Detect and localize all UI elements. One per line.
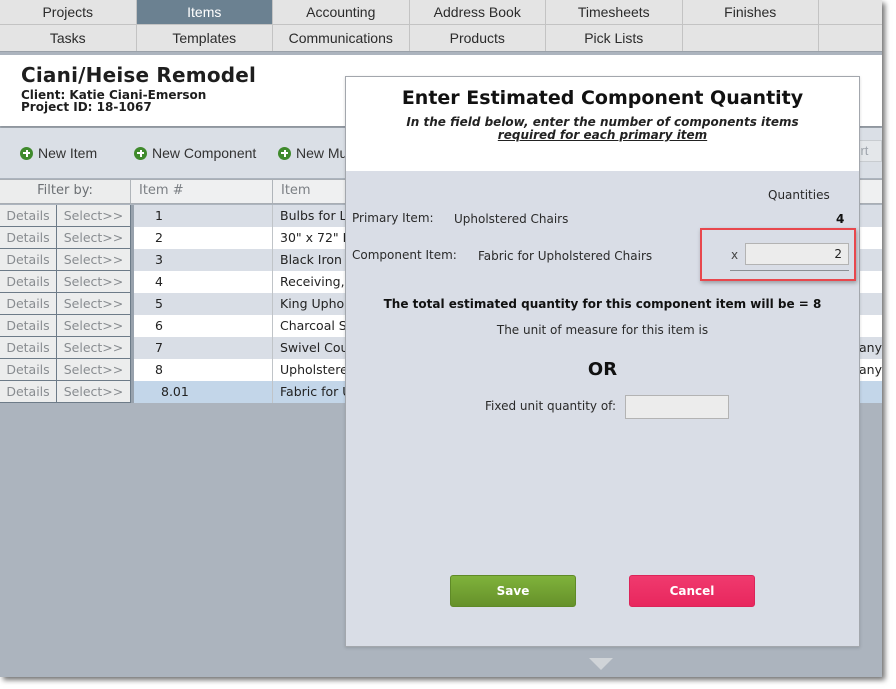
total-quantity-text: The total estimated quantity for this co…	[383, 297, 822, 311]
save-button[interactable]: Save	[450, 575, 576, 607]
tab-accounting[interactable]: Accounting	[273, 0, 410, 24]
plus-circle-icon	[278, 146, 291, 160]
project-title: Ciani/Heise Remodel	[21, 63, 257, 87]
tab-timesheets[interactable]: Timesheets	[546, 0, 683, 24]
instruction-line: In the field below, enter the number of …	[406, 115, 799, 129]
select-button[interactable]: Select>>	[57, 249, 131, 271]
quantity-underline	[730, 270, 849, 271]
plus-circle-icon	[134, 146, 147, 160]
item-number-header[interactable]: Item #	[131, 180, 273, 203]
scroll-down-arrow-icon[interactable]	[589, 658, 613, 670]
plus-circle-icon	[20, 146, 33, 160]
app-window: Projects Items Accounting Address Book T…	[0, 0, 882, 677]
details-button[interactable]: Details	[0, 249, 57, 271]
component-item-label: Component Item:	[352, 248, 457, 262]
tab-products[interactable]: Products	[410, 25, 546, 51]
or-divider: OR	[587, 359, 618, 380]
new-item-label: New Item	[38, 145, 98, 161]
fixed-quantity-label: Fixed unit quantity of:	[485, 399, 616, 413]
quantity-highlight-box: x	[700, 228, 856, 281]
new-component-label: New Component	[152, 145, 257, 161]
item-name-cell: Swivel Cou	[273, 337, 353, 359]
item-name-cell: Fabric for U	[273, 381, 353, 403]
details-button[interactable]: Details	[0, 359, 57, 381]
item-number-cell: 8.01	[131, 381, 273, 403]
dialog-instructions: In the field below, enter the number of …	[346, 116, 859, 142]
tab-address-book[interactable]: Address Book	[410, 0, 546, 24]
fixed-quantity-input[interactable]	[625, 395, 729, 419]
item-number-cell: 3	[131, 249, 273, 271]
new-multi-button[interactable]: New Mul	[278, 145, 350, 161]
quantities-header: Quantities	[768, 188, 830, 202]
details-button[interactable]: Details	[0, 271, 57, 293]
item-name-cell: Bulbs for L	[273, 205, 353, 227]
item-name-cell: King Uphol	[273, 293, 353, 315]
filter-by-header[interactable]: Filter by:	[0, 180, 131, 203]
dialog-title: Enter Estimated Component Quantity	[401, 87, 804, 109]
select-button[interactable]: Select>>	[57, 227, 131, 249]
item-name-cell: Receiving,	[273, 271, 353, 293]
primary-item-label: Primary Item:	[352, 211, 434, 225]
tab-pick-lists[interactable]: Pick Lists	[546, 25, 683, 51]
details-button[interactable]: Details	[0, 205, 57, 227]
item-name-cell: Upholstere	[273, 359, 353, 381]
tab-templates[interactable]: Templates	[137, 25, 273, 51]
details-button[interactable]: Details	[0, 381, 57, 403]
select-button[interactable]: Select>>	[57, 315, 131, 337]
tab-finishes[interactable]: Finishes	[683, 0, 819, 24]
tab-empty	[819, 0, 882, 24]
item-number-cell: 4	[131, 271, 273, 293]
instruction-line-underlined: required for each primary item	[497, 128, 708, 142]
item-name-cell: Charcoal S	[273, 315, 353, 337]
component-item-value: Fabric for Upholstered Chairs	[478, 249, 653, 263]
details-button[interactable]: Details	[0, 227, 57, 249]
cancel-button[interactable]: Cancel	[629, 575, 755, 607]
main-nav: Projects Items Accounting Address Book T…	[0, 0, 882, 52]
component-quantity-dialog: Enter Estimated Component Quantity In th…	[345, 76, 860, 647]
tab-communications[interactable]: Communications	[273, 25, 410, 51]
item-number-cell: 8	[131, 359, 273, 381]
item-name-cell: Black Iron	[273, 249, 353, 271]
new-multi-label: New Mul	[296, 145, 351, 161]
item-name-header[interactable]: Item Name	[273, 180, 353, 220]
select-button[interactable]: Select>>	[57, 271, 131, 293]
project-id: Project ID: 18-1067	[21, 100, 152, 114]
new-item-button[interactable]: New Item	[20, 145, 97, 161]
tab-empty	[819, 25, 882, 51]
select-button[interactable]: Select>>	[57, 293, 131, 315]
item-number-cell: 2	[131, 227, 273, 249]
details-button[interactable]: Details	[0, 293, 57, 315]
item-number-cell: 6	[131, 315, 273, 337]
unit-of-measure-text: The unit of measure for this item is	[496, 323, 709, 337]
primary-item-value: Upholstered Chairs	[454, 212, 569, 226]
new-component-button[interactable]: New Component	[134, 145, 256, 161]
details-button[interactable]: Details	[0, 315, 57, 337]
item-number-cell: 1	[131, 205, 273, 227]
select-button[interactable]: Select>>	[57, 337, 131, 359]
details-button[interactable]: Details	[0, 337, 57, 359]
item-number-cell: 5	[131, 293, 273, 315]
nav-row-1: Projects Items Accounting Address Book T…	[0, 0, 882, 25]
component-quantity-input[interactable]	[745, 243, 849, 265]
tab-items[interactable]: Items	[136, 0, 273, 24]
tab-tasks[interactable]: Tasks	[0, 25, 137, 51]
item-name-cell: 30" x 72" F	[273, 227, 353, 249]
tab-projects[interactable]: Projects	[0, 0, 137, 24]
multiply-sign: x	[731, 248, 739, 262]
nav-row-2: Tasks Templates Communications Products …	[0, 25, 882, 51]
item-number-cell: 7	[131, 337, 273, 359]
dialog-header: Enter Estimated Component Quantity In th…	[346, 77, 859, 171]
select-button[interactable]: Select>>	[57, 381, 131, 403]
select-button[interactable]: Select>>	[57, 205, 131, 227]
select-button[interactable]: Select>>	[57, 359, 131, 381]
primary-item-quantity: 4	[836, 212, 845, 226]
tab-empty	[683, 25, 819, 51]
